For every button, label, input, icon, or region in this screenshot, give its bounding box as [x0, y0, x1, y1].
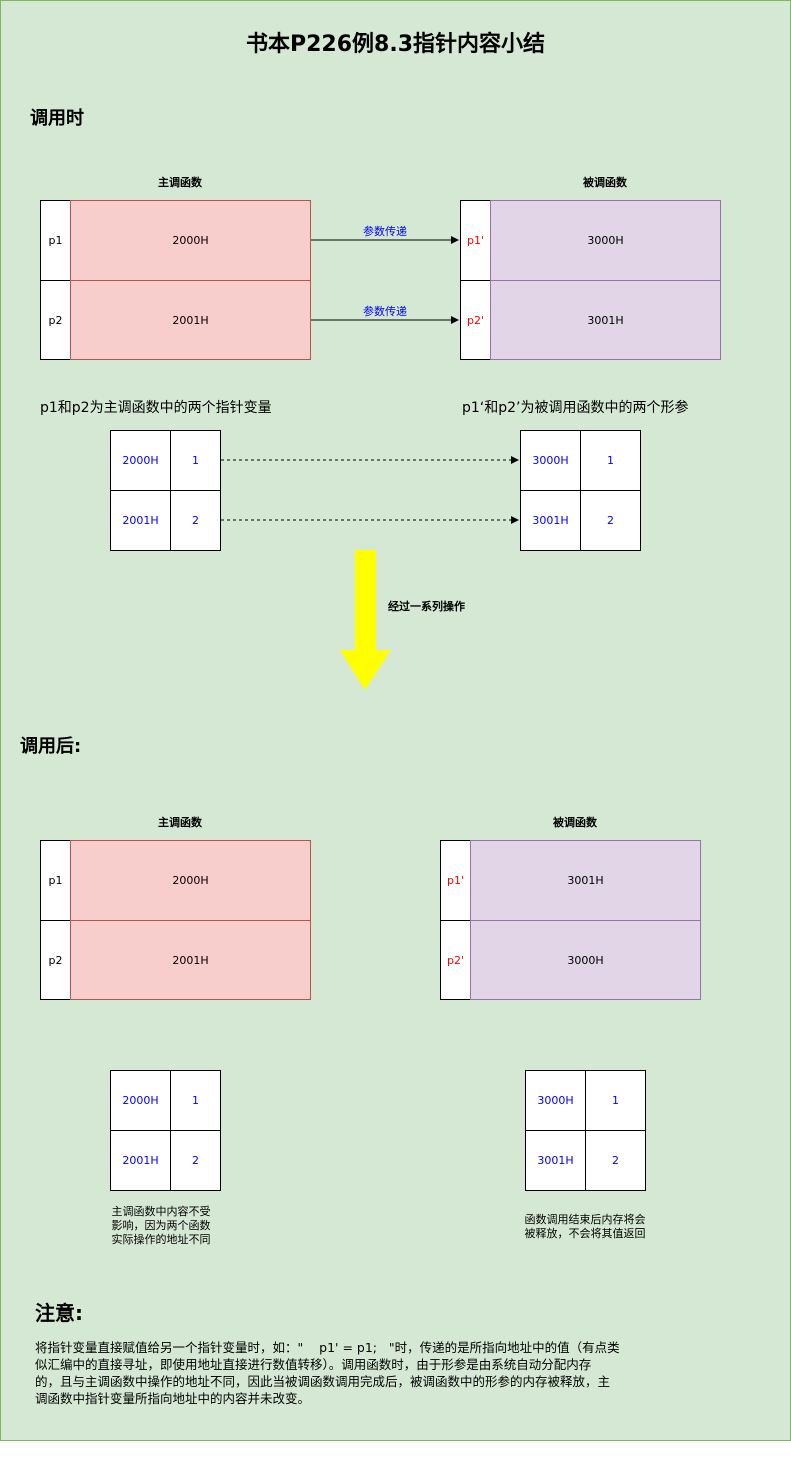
callee-mem-addr-2: 3001H [520, 490, 581, 551]
after-main-p2-label: p2 [40, 920, 71, 1000]
callee-mem-val-2: 2 [580, 490, 641, 551]
after-main-caption: 主调函数 [158, 816, 202, 829]
note-body: 将指针变量直接赋值给另一个指针变量时，如：" p1' = p1; "时，传递的是… [35, 1339, 755, 1407]
callee-note-line-1: 函数调用结束后内存将会 [524, 1213, 646, 1226]
after-callee-caption: 被调函数 [553, 816, 597, 829]
after-heading: 调用后: [20, 736, 82, 757]
note-line-3: 的，且与主调函数中操作的地址不同，因此当被调函数调用完成后，被调函数中的形参的内… [35, 1374, 611, 1389]
after-main-p1-value: 2000H [70, 840, 311, 921]
callee-mem-val-1: 1 [580, 430, 641, 491]
down-arrow-icon [340, 550, 391, 690]
transition-label: 经过一系列操作 [388, 600, 465, 613]
after-main-mem-val-1: 1 [170, 1070, 221, 1131]
callee-mem-addr-1: 3000H [520, 430, 581, 491]
callee-note: 函数调用结束后内存将会 被释放，不会将其值返回 [500, 1213, 670, 1241]
param-pass-label-1: 参数传递 [363, 225, 407, 238]
after-callee-mem-addr-1: 3000H [525, 1070, 586, 1131]
after-callee-p2-value: 3000H [470, 920, 701, 1000]
main-mem-addr-1: 2000H [110, 430, 171, 491]
after-main-p2-value: 2001H [70, 920, 311, 1000]
note-line-2: 似汇编中的直接寻址，即使用地址直接进行数值转移）。调用函数时，由于形参是由系统自… [35, 1357, 592, 1372]
after-main-mem-val-2: 2 [170, 1130, 221, 1191]
after-main-mem-addr-1: 2000H [110, 1070, 171, 1131]
main-note-line-3: 实际操作的地址不同 [111, 1233, 211, 1246]
note-heading: 注意: [35, 1301, 83, 1325]
main-note: 主调函数中内容不受 影响，因为两个函数 实际操作的地址不同 [86, 1205, 236, 1247]
main-mem-addr-2: 2001H [110, 490, 171, 551]
main-mem-val-2: 2 [170, 490, 221, 551]
after-main-p1-label: p1 [40, 840, 71, 921]
after-callee-p1-value: 3001H [470, 840, 701, 921]
after-callee-mem-val-1: 1 [585, 1070, 646, 1131]
callee-note-line-2: 被释放，不会将其值返回 [524, 1227, 646, 1240]
callee-description: p1‘和p2’为被调用函数中的两个形参 [462, 400, 689, 416]
after-callee-p1-label: p1' [440, 840, 471, 921]
after-callee-mem-val-2: 2 [585, 1130, 646, 1191]
main-mem-val-1: 1 [170, 430, 221, 491]
note-line-1: 将指针变量直接赋值给另一个指针变量时，如：" p1' = p1; "时，传递的是… [35, 1340, 620, 1355]
note-line-4: 调函数中指针变量所指向地址中的内容并未改变。 [35, 1391, 311, 1406]
main-description: p1和p2为主调函数中的两个指针变量 [40, 400, 272, 416]
after-callee-p2-label: p2' [440, 920, 471, 1000]
main-note-line-2: 影响，因为两个函数 [111, 1219, 211, 1232]
param-pass-label-2: 参数传递 [363, 305, 407, 318]
main-note-line-1: 主调函数中内容不受 [111, 1205, 211, 1218]
after-callee-mem-addr-2: 3001H [525, 1130, 586, 1191]
after-main-mem-addr-2: 2001H [110, 1130, 171, 1191]
